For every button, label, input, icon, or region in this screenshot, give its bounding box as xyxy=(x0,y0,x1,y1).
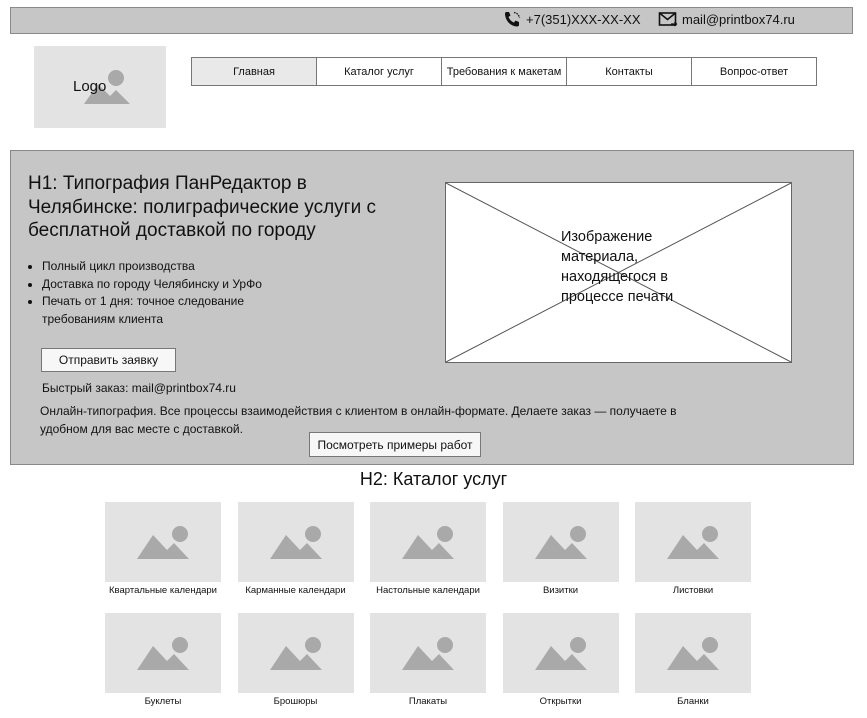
image-placeholder-icon xyxy=(402,526,454,559)
catalog-card-image xyxy=(635,613,751,693)
nav-item-faq[interactable]: Вопрос-ответ xyxy=(691,58,816,85)
main-nav: Главная Каталог услуг Требования к макет… xyxy=(191,57,817,86)
catalog-card-image xyxy=(370,613,486,693)
image-placeholder-icon xyxy=(269,637,322,670)
nav-item-contacts[interactable]: Контакты xyxy=(566,58,691,85)
catalog-card-label: Открытки xyxy=(539,696,582,707)
page-title: H1: Типография ПанРедактор в Челябинске:… xyxy=(28,173,376,241)
catalog-card-label: Бланки xyxy=(677,696,709,707)
catalog-card[interactable]: Карманные календари xyxy=(237,502,355,607)
image-placeholder-icon xyxy=(667,637,719,670)
catalog-card-image xyxy=(105,502,221,582)
catalog-card[interactable]: Настольные календари xyxy=(369,502,487,607)
catalog-card[interactable]: Брошюры xyxy=(237,613,355,718)
view-examples-button[interactable]: Посмотреть примеры работ xyxy=(309,432,481,457)
send-request-button[interactable]: Отправить заявку xyxy=(41,348,176,372)
hero-bullet: Доставка по городу Челябинску и УрФо xyxy=(42,276,268,294)
catalog-card-image xyxy=(105,613,221,693)
phone-icon xyxy=(503,10,523,28)
catalog-card-label: Квартальные календари xyxy=(109,585,217,596)
catalog-card-label: Карманные календари xyxy=(245,585,346,596)
catalog-card[interactable]: Листовки xyxy=(634,502,752,607)
catalog-card-label: Настольные календари xyxy=(376,585,480,596)
catalog-card[interactable]: Открытки xyxy=(502,613,620,718)
image-placeholder-icon xyxy=(269,526,322,559)
logo-label: Logo xyxy=(73,78,107,95)
nav-item-catalog[interactable]: Каталог услуг xyxy=(316,58,441,85)
hero-bullet: Полный цикл производства xyxy=(42,258,268,276)
catalog-card-image xyxy=(502,502,619,582)
header-phone[interactable]: +7(351)XXX-XX-XX xyxy=(503,10,641,28)
hero-bullets: Полный цикл производства Доставка по гор… xyxy=(28,258,268,328)
phone-number: +7(351)XXX-XX-XX xyxy=(526,11,641,27)
catalog-card[interactable]: Визитки xyxy=(502,502,620,607)
catalog-card[interactable]: Квартальные календари xyxy=(104,502,222,607)
nav-item-requirements[interactable]: Требования к макетам xyxy=(441,58,566,85)
quick-order-text: Быстрый заказ: mail@printbox74.ru xyxy=(42,381,236,395)
hero-image-caption: Изображение материала, находящегося в пр… xyxy=(561,229,674,305)
catalog-card-label: Листовки xyxy=(672,585,714,596)
catalog-grid: Квартальные календари Карманные календари… xyxy=(104,502,754,718)
catalog-card-label: Плакаты xyxy=(408,696,448,707)
image-placeholder-icon xyxy=(534,526,587,559)
catalog-card-label: Буклеты xyxy=(144,696,182,707)
catalog-title: H2: Каталог услуг xyxy=(359,469,508,489)
image-placeholder-icon xyxy=(667,526,719,559)
catalog-card-image xyxy=(502,613,619,693)
catalog-card[interactable]: Буклеты xyxy=(104,613,222,718)
nav-item-home[interactable]: Главная xyxy=(192,58,316,85)
catalog-card-label: Визитки xyxy=(542,585,579,596)
catalog-card-image xyxy=(237,502,354,582)
catalog-card-label: Брошюры xyxy=(273,696,318,707)
image-placeholder-icon xyxy=(137,637,189,670)
catalog-card[interactable]: Бланки xyxy=(634,613,752,718)
mail-icon xyxy=(658,10,678,28)
catalog-card-image xyxy=(370,502,486,582)
catalog-card[interactable]: Плакаты xyxy=(369,613,487,718)
image-placeholder-icon xyxy=(402,637,454,670)
catalog-card-image xyxy=(635,502,751,582)
image-placeholder-icon xyxy=(137,526,189,559)
email-address: mail@printbox74.ru xyxy=(682,11,795,27)
hero-bullet: Печать от 1 дня: точное следование требо… xyxy=(42,293,268,328)
image-placeholder-icon xyxy=(534,637,587,670)
catalog-card-image xyxy=(237,613,354,693)
header-email[interactable]: mail@printbox74.ru xyxy=(658,10,795,28)
